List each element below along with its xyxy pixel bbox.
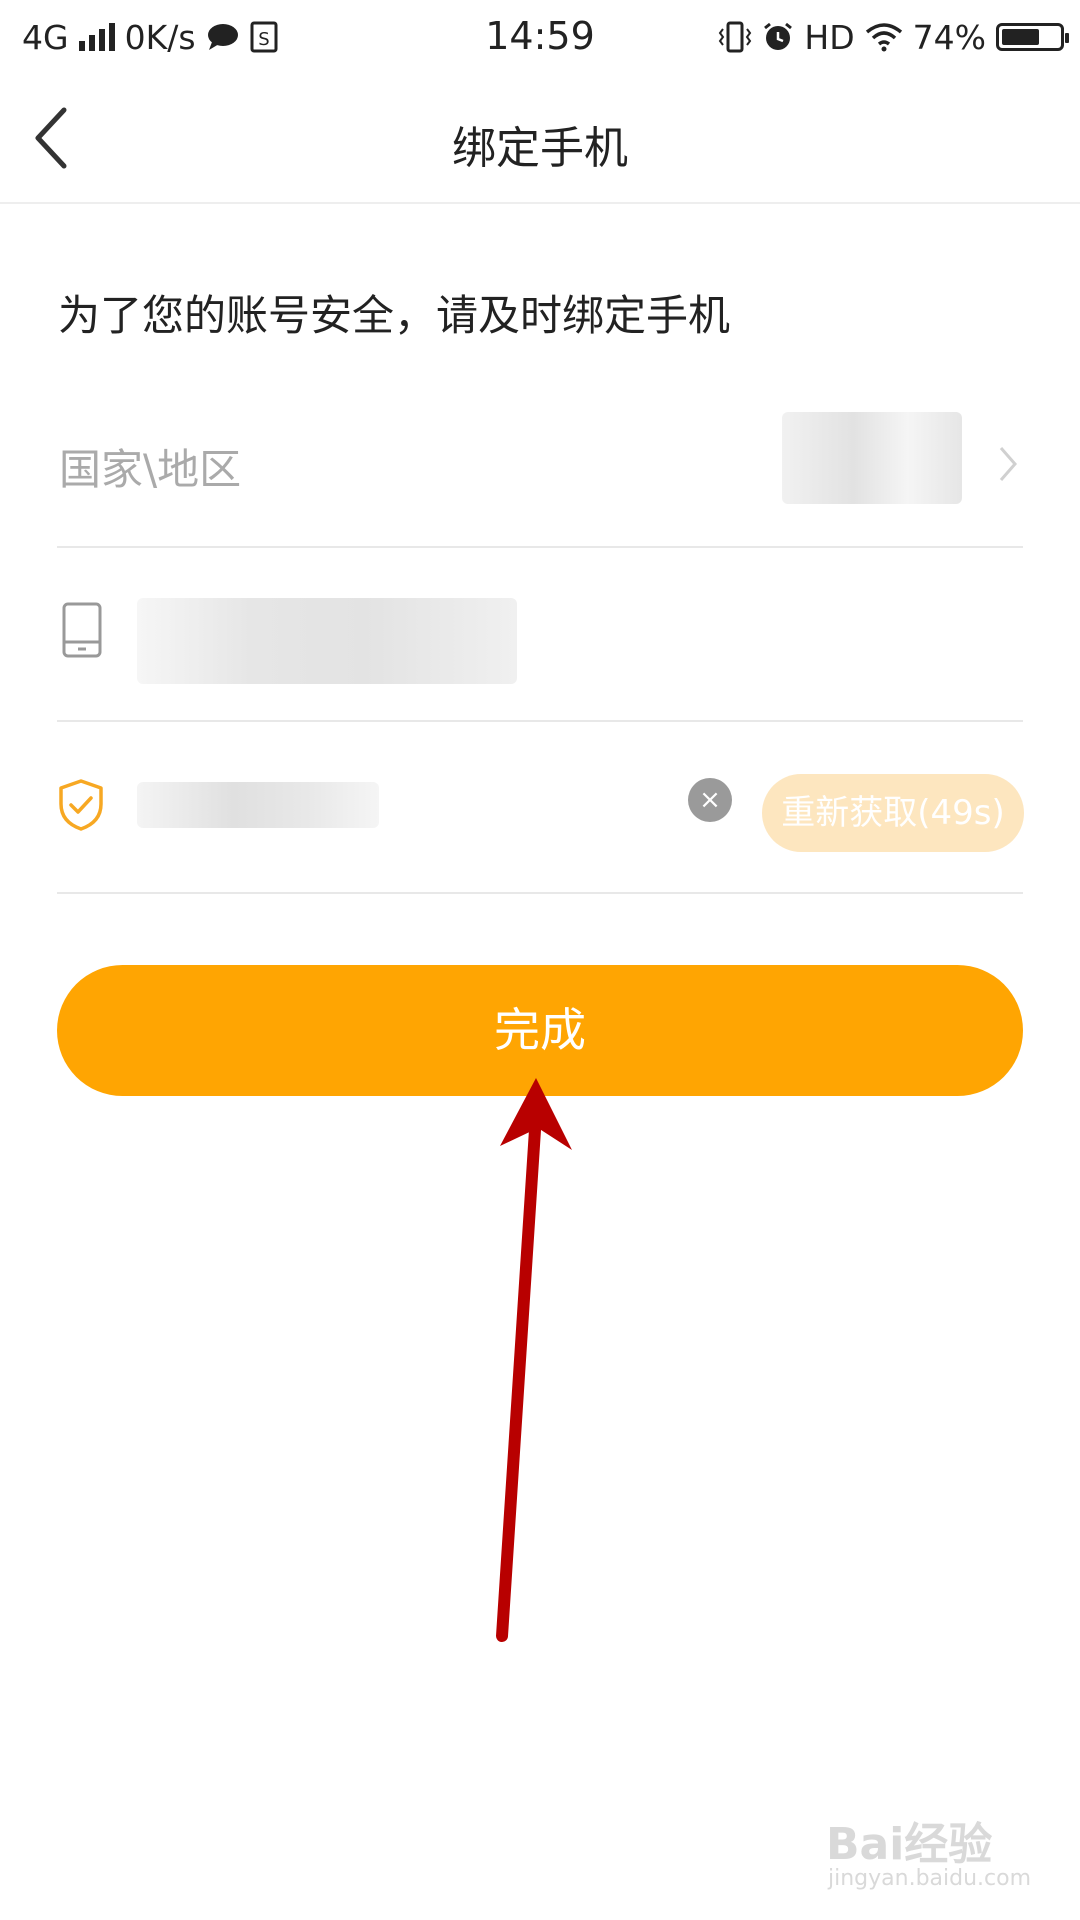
watermark: Bai经验 jingyan.baidu.com [826, 1800, 1031, 1900]
phone-icon [62, 602, 102, 658]
chevron-right-icon [999, 447, 1017, 481]
vibrate-icon [719, 21, 752, 53]
nav-bar: 绑定手机 [0, 76, 1080, 204]
resend-code-button[interactable]: 重新获取(49s) [762, 774, 1024, 852]
watermark-logo: Bai经验 [826, 1819, 993, 1870]
watermark-url: jingyan.baidu.com [828, 1866, 1032, 1891]
country-label: 国家\地区 [59, 445, 242, 494]
phone-row [57, 546, 1023, 722]
page-title: 绑定手机 [452, 123, 628, 174]
country-value-blurred [782, 412, 962, 504]
battery-percent: 74% [912, 17, 986, 57]
shield-check-icon [59, 779, 103, 831]
status-bar: 4G 0K/s S 14:59 HD 74% [0, 0, 1080, 76]
alarm-icon [764, 22, 793, 50]
phone-input-blurred[interactable] [137, 598, 517, 684]
intro-text: 为了您的账号安全，请及时绑定手机 [58, 291, 731, 340]
wifi-icon [865, 23, 902, 52]
status-right: HD 74% [718, 14, 1069, 60]
clear-icon[interactable]: × [688, 778, 732, 822]
code-input-blurred[interactable] [137, 782, 379, 828]
country-row[interactable]: 国家\地区 [57, 408, 1023, 548]
hd-label: HD [804, 17, 855, 57]
battery-icon [996, 23, 1069, 51]
code-row: × 重新获取(49s) [57, 720, 1024, 894]
annotation-arrow [496, 1078, 572, 1642]
